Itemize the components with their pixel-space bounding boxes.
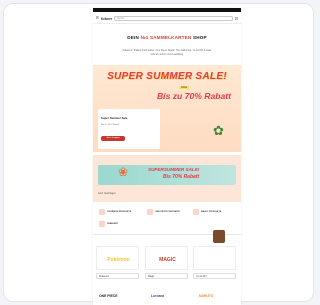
headline-post: SHOP [192, 35, 207, 40]
brand-select-pokemon[interactable]: Pokémon [96, 273, 139, 279]
page-headline: DEIN №1 SAMMELKARTEN SHOP [93, 35, 241, 40]
info-card-title: Super Summer Sale [101, 116, 128, 120]
brand-lorcana[interactable]: Lorcana [151, 294, 164, 298]
mobile-page-preview: ≡ Krämer Suche ⊡ DEIN №1 SAMMELKARTEN SH… [93, 8, 241, 305]
category-label: POKÉMON PRODUKTE [107, 211, 132, 213]
info-card-sub: Bis zu 70% Rabatt [101, 124, 119, 126]
category-icon [99, 221, 105, 227]
brand-select-yugioh[interactable]: Yu-Gi-Oh! [193, 273, 236, 279]
headline-highlight: №1 SAMMELKARTEN [140, 35, 192, 40]
sale-strip: ❀ SUPERSUMMER SALE! Bis 70% Rabatt [98, 165, 236, 185]
secondary-sale-banner[interactable]: ❀ SUPERSUMMER SALE! Bis 70% Rabatt Jetzt… [93, 155, 241, 202]
site-logo[interactable]: Krämer [101, 17, 112, 21]
product-figure-image [213, 230, 225, 243]
brand-select-label: Yu-Gi-Oh! [196, 275, 207, 278]
category-accessories[interactable]: ZUBEHÖR [99, 219, 143, 229]
cart-icon[interactable]: ⊡ [235, 16, 238, 21]
brand-select-magic[interactable]: Magic [145, 273, 188, 279]
category-label: ONE PIECE PRODUKTE [155, 211, 180, 213]
brand-select-label: Magic [148, 275, 155, 278]
summer-sale-banner[interactable]: SUPER SUMMER SALE! SALE Bis zu 70% Rabat… [93, 65, 241, 152]
brand-one-piece[interactable]: ONE PIECE [99, 294, 117, 298]
headline-subtext: Pokémon Trading Card Game, One Piece, Ma… [122, 49, 212, 52]
brand-tile-pokemon[interactable]: Pokémon [96, 246, 139, 270]
brand-naruto[interactable]: NARUTO [199, 294, 213, 298]
flower-icon: ❀ [118, 165, 129, 179]
strip-title: SUPERSUMMER SALE! [148, 167, 200, 172]
brand-tile-yugioh[interactable] [193, 246, 236, 270]
category-icon [193, 209, 199, 215]
site-header: ≡ Krämer Suche ⊡ [93, 14, 241, 24]
banner-title: SUPER SUMMER SALE! [107, 71, 227, 82]
banner-caption: Jetzt zuschlagen [98, 192, 116, 195]
strip-subtitle: Bis 70% Rabatt [163, 174, 200, 180]
category-label: MAGIC PRODUKTE [201, 211, 222, 213]
brand-tile-magic[interactable]: MAGIC [145, 246, 188, 270]
category-icon [99, 209, 105, 215]
banner-tag: SALE [179, 86, 190, 89]
banner-info-card: Super Summer Sale Bis zu 70% Rabatt Jetz… [98, 109, 160, 149]
brand-select-label: Pokémon [99, 275, 110, 278]
category-label: ZUBEHÖR [107, 223, 118, 225]
status-bar [93, 8, 241, 12]
brand-logo: Pokémon [107, 257, 130, 263]
category-magic[interactable]: MAGIC PRODUKTE [193, 207, 237, 217]
headline-subtext-2: schnell, sicher und zuverlässig [150, 53, 184, 56]
category-icon [147, 209, 153, 215]
palm-icon: ✿ [213, 123, 224, 138]
search-input[interactable]: Suche [114, 16, 233, 21]
category-pokemon[interactable]: POKÉMON PRODUKTE [99, 207, 143, 217]
menu-icon[interactable]: ≡ [96, 16, 99, 21]
headline-pre: DEIN [127, 35, 139, 40]
banner-discount: Bis zu 70% Rabatt [156, 91, 231, 101]
shop-now-button[interactable]: Jetzt shoppen [101, 136, 125, 141]
category-one-piece[interactable]: ONE PIECE PRODUKTE [147, 207, 191, 217]
brand-row-2: ONE PIECE Lorcana NARUTO [93, 294, 241, 305]
brand-logo: MAGIC [159, 257, 176, 263]
